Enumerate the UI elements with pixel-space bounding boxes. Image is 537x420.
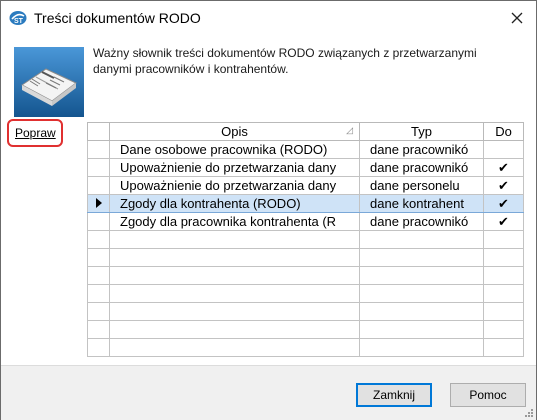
empty-cell bbox=[109, 338, 360, 357]
empty-cell bbox=[109, 248, 360, 267]
row-do-check bbox=[483, 140, 524, 159]
row-opis: Zgody dla pracownika kontrahenta (R bbox=[109, 212, 360, 231]
row-typ: dane kontrahent bbox=[359, 194, 484, 213]
table-row[interactable]: Zgody dla pracownika kontrahenta (R dane… bbox=[87, 212, 524, 231]
help-button[interactable]: Pomoc bbox=[450, 383, 526, 407]
empty-cell bbox=[483, 302, 524, 321]
svg-text:ST: ST bbox=[14, 18, 24, 25]
dictionary-description: Ważny słownik treści dokumentów RODO zwi… bbox=[93, 46, 477, 76]
empty-row bbox=[87, 230, 524, 249]
empty-cell bbox=[483, 248, 524, 267]
empty-row bbox=[87, 338, 524, 357]
empty-cell bbox=[87, 248, 110, 267]
empty-row bbox=[87, 320, 524, 339]
row-indicator bbox=[87, 158, 110, 177]
row-do-check: ✔ bbox=[483, 176, 524, 195]
empty-cell bbox=[359, 266, 484, 285]
row-typ: dane pracownikó bbox=[359, 212, 484, 231]
empty-cell bbox=[359, 248, 484, 267]
empty-cell bbox=[87, 320, 110, 339]
row-indicator bbox=[87, 140, 110, 159]
empty-cell bbox=[359, 284, 484, 303]
row-opis: Upoważnienie do przetwarzania dany bbox=[109, 158, 360, 177]
column-header-do[interactable]: Do bbox=[483, 122, 524, 141]
rodo-document-icon bbox=[14, 47, 84, 117]
empty-cell bbox=[483, 266, 524, 285]
row-opis: Dane osobowe pracownika (RODO) bbox=[109, 140, 360, 159]
sort-arrow-icon: ◿ bbox=[346, 125, 353, 135]
empty-cell bbox=[359, 302, 484, 321]
column-header-typ[interactable]: Typ bbox=[359, 122, 484, 141]
table-row[interactable]: Upoważnienie do przetwarzania dany dane … bbox=[87, 158, 524, 177]
close-icon bbox=[511, 12, 523, 24]
empty-cell bbox=[109, 302, 360, 321]
close-button[interactable]: Zamknij bbox=[356, 383, 432, 407]
empty-cell bbox=[87, 266, 110, 285]
empty-row bbox=[87, 302, 524, 321]
button-bar: Zamknij Pomoc bbox=[1, 365, 536, 420]
app-logo-icon: ST bbox=[9, 11, 27, 25]
row-opis: Zgody dla kontrahenta (RODO) bbox=[109, 194, 360, 213]
empty-cell bbox=[87, 302, 110, 321]
empty-cell bbox=[109, 284, 360, 303]
title-bar: ST Treści dokumentów RODO bbox=[1, 1, 536, 35]
empty-cell bbox=[483, 320, 524, 339]
row-pointer-icon bbox=[95, 198, 102, 208]
column-header-opis-label: Opis bbox=[221, 124, 248, 139]
empty-cell bbox=[483, 230, 524, 249]
empty-row bbox=[87, 284, 524, 303]
row-do-check: ✔ bbox=[483, 194, 524, 213]
empty-cell bbox=[359, 320, 484, 339]
empty-row bbox=[87, 248, 524, 267]
empty-cell bbox=[109, 266, 360, 285]
column-header-typ-label: Typ bbox=[411, 124, 432, 139]
grid-header-row: Opis ◿ Typ Do bbox=[87, 122, 524, 141]
close-window-button[interactable] bbox=[504, 5, 530, 31]
row-typ: dane pracownikó bbox=[359, 158, 484, 177]
row-indicator bbox=[87, 212, 110, 231]
row-indicator bbox=[87, 176, 110, 195]
row-opis: Upoważnienie do przetwarzania dany bbox=[109, 176, 360, 195]
dialog-content: Ważny słownik treści dokumentów RODO zwi… bbox=[1, 35, 536, 365]
column-header-opis[interactable]: Opis ◿ bbox=[109, 122, 360, 141]
window-title: Treści dokumentów RODO bbox=[34, 10, 201, 26]
empty-cell bbox=[359, 230, 484, 249]
table-row[interactable]: Upoważnienie do przetwarzania dany dane … bbox=[87, 176, 524, 195]
column-header-do-label: Do bbox=[495, 124, 512, 139]
row-do-check: ✔ bbox=[483, 158, 524, 177]
dialog-window: ST Treści dokumentów RODO Ważny słownik … bbox=[0, 0, 537, 420]
row-typ: dane personelu bbox=[359, 176, 484, 195]
table-row-selected[interactable]: Zgody dla kontrahenta (RODO) dane kontra… bbox=[87, 194, 524, 213]
empty-cell bbox=[109, 320, 360, 339]
documents-grid: Opis ◿ Typ Do Dane osobowe pracownika (RO… bbox=[87, 122, 524, 357]
empty-row bbox=[87, 266, 524, 285]
empty-cell bbox=[359, 338, 484, 357]
empty-cell bbox=[109, 230, 360, 249]
resize-grip-icon[interactable] bbox=[524, 408, 534, 418]
popraw-link[interactable]: Popraw bbox=[15, 126, 56, 140]
empty-cell bbox=[483, 284, 524, 303]
row-do-check: ✔ bbox=[483, 212, 524, 231]
empty-cell bbox=[87, 338, 110, 357]
empty-cell bbox=[483, 338, 524, 357]
grid-indicator-header bbox=[87, 122, 110, 141]
empty-cell bbox=[87, 230, 110, 249]
row-typ: dane pracownikó bbox=[359, 140, 484, 159]
row-indicator bbox=[87, 194, 110, 213]
table-row[interactable]: Dane osobowe pracownika (RODO) dane prac… bbox=[87, 140, 524, 159]
empty-cell bbox=[87, 284, 110, 303]
